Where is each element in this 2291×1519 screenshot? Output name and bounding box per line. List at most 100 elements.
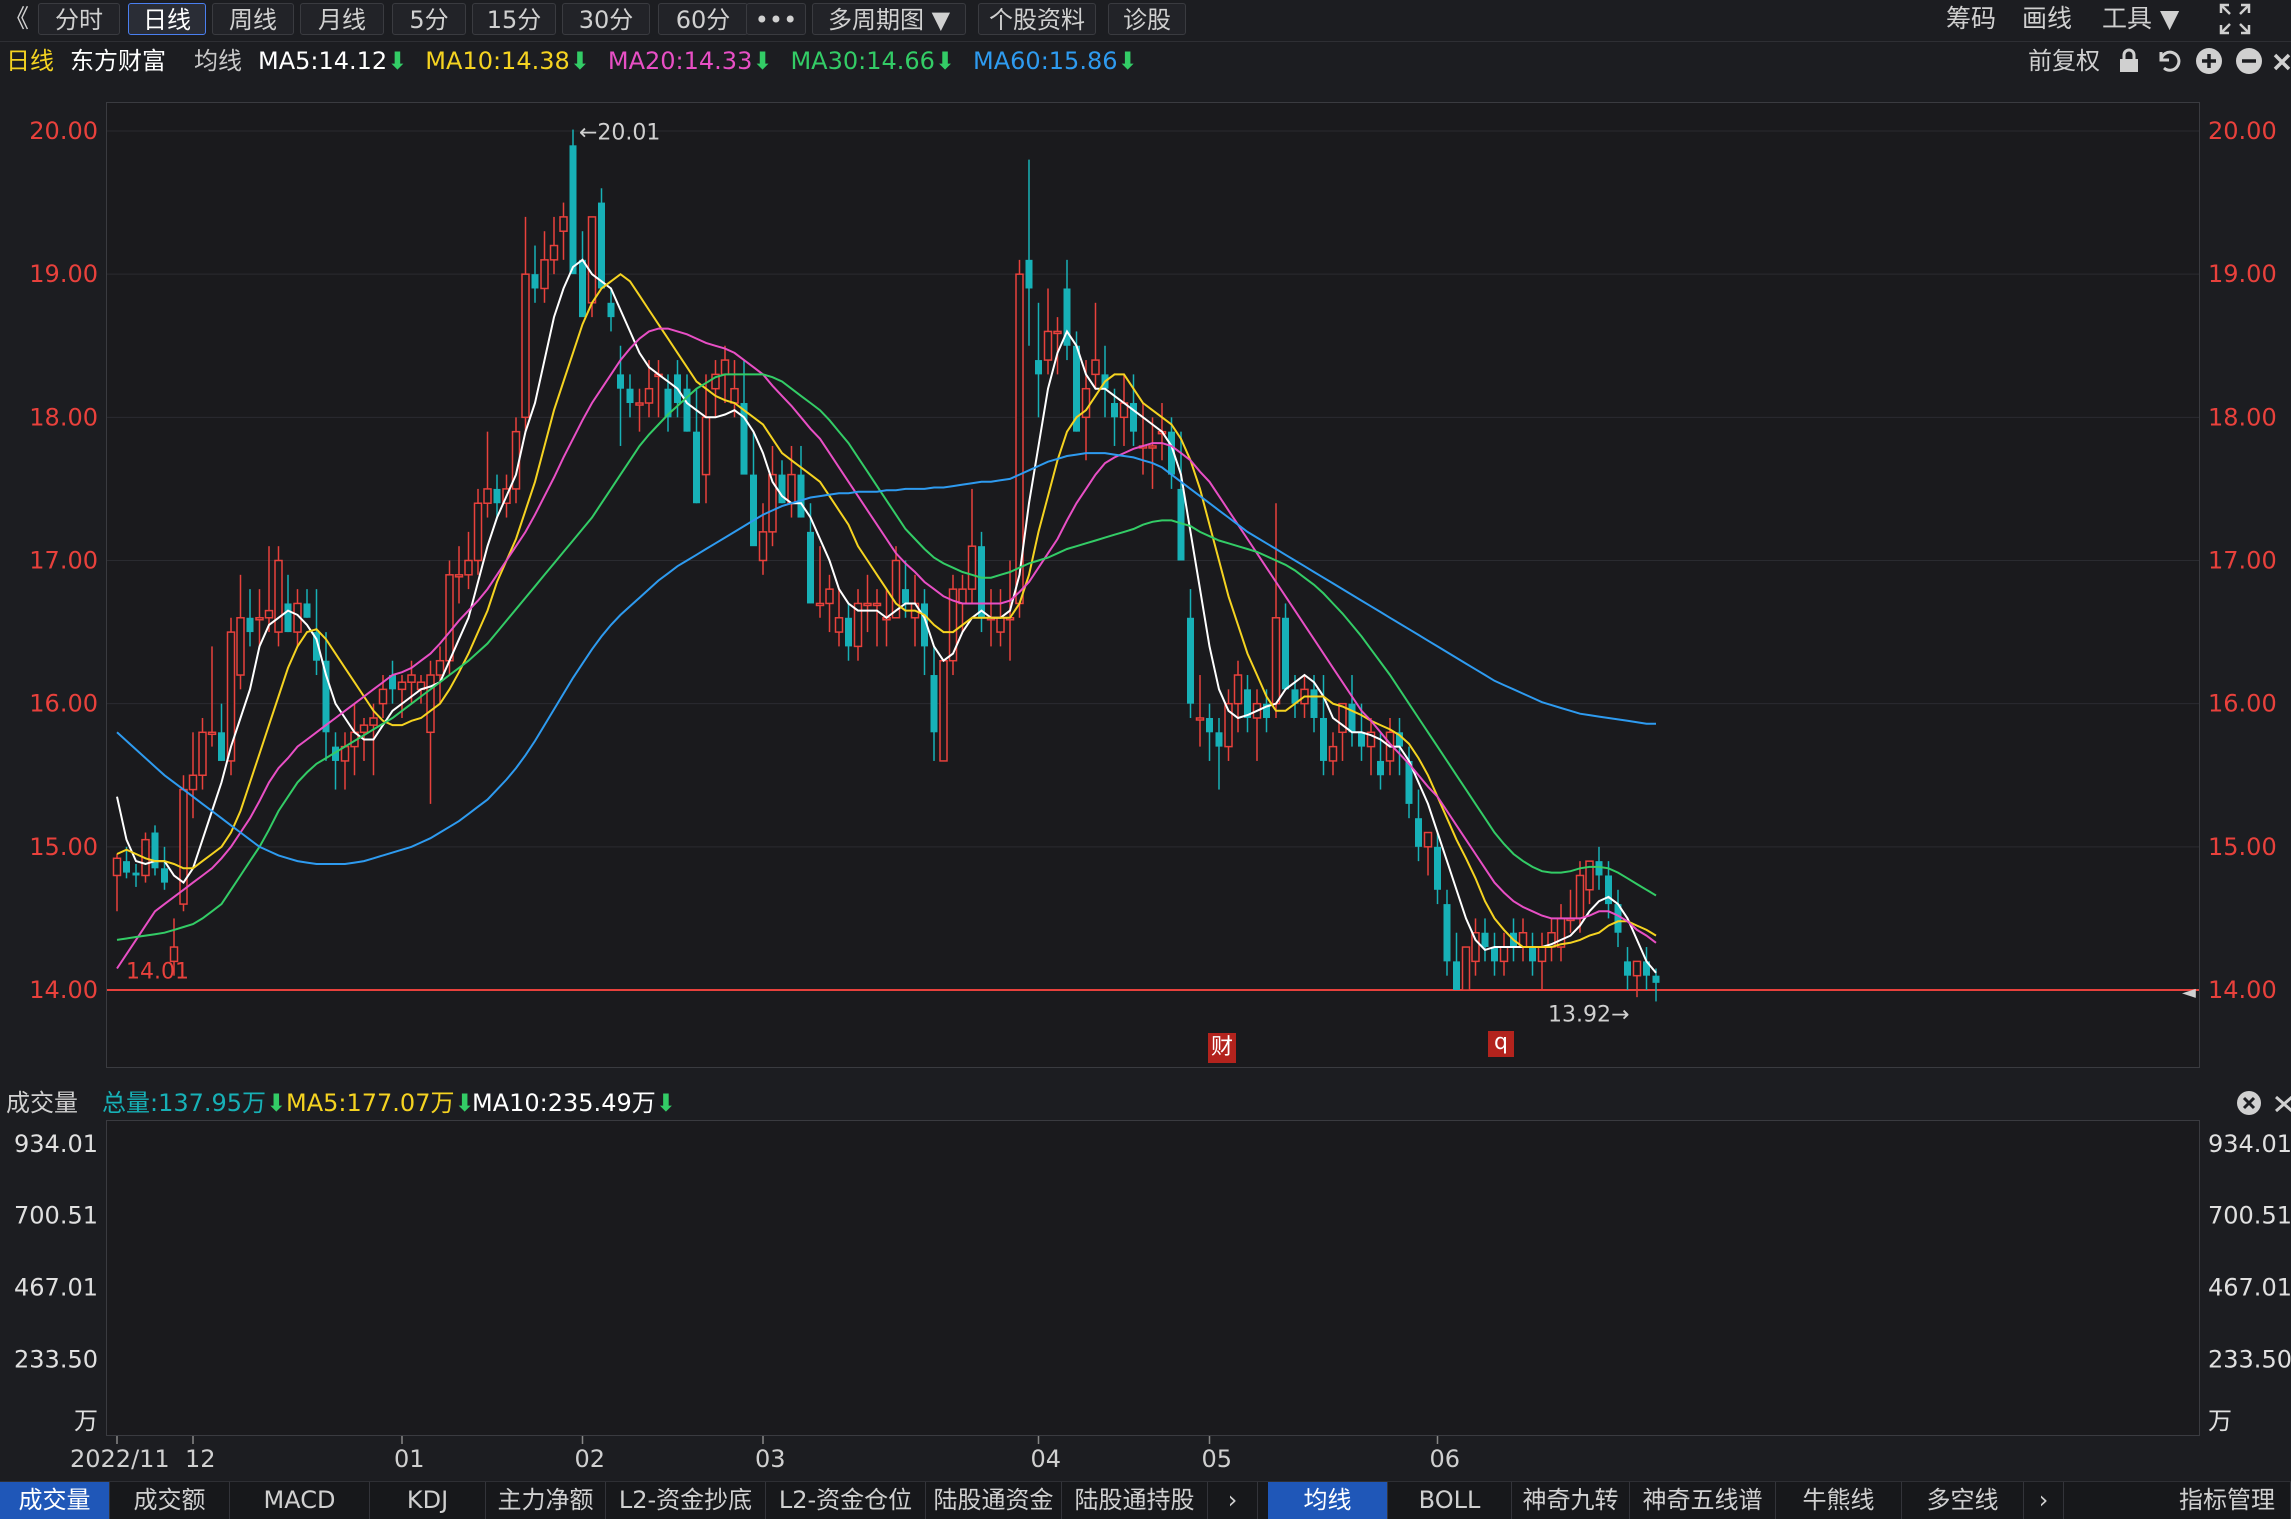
candle-body <box>939 659 948 762</box>
indicator-tab[interactable]: BOLL <box>1388 1482 1512 1519</box>
candle-body <box>845 617 852 647</box>
candle-body <box>521 273 530 419</box>
candle-body <box>1320 717 1327 761</box>
price-tick-right: 17.00 <box>2208 547 2277 575</box>
candle-body <box>1348 703 1356 733</box>
candle-body <box>1481 932 1489 948</box>
candle-body <box>426 674 435 734</box>
candle-body <box>359 724 369 734</box>
volume-total-text: 总量:137.95万 <box>102 1089 267 1117</box>
down-arrow-icon: ⬇ <box>655 1089 676 1117</box>
price-tick-left: 17.00 <box>29 547 98 575</box>
price-tick-right: 16.00 <box>2208 690 2277 718</box>
indicator-tab[interactable]: › <box>1208 1482 1258 1519</box>
indicator-tab[interactable]: L2-资金仓位 <box>766 1482 926 1519</box>
candle-body <box>1310 689 1318 718</box>
price-tick-right: 14.00 <box>2208 976 2277 1004</box>
candle-body <box>1434 846 1441 890</box>
candle-body <box>635 402 644 406</box>
indicator-tab[interactable]: 均线 <box>1268 1482 1388 1519</box>
volume-tick-right: 万 <box>2208 1407 2232 1435</box>
candle-body <box>1206 717 1213 733</box>
candle-body <box>531 274 539 289</box>
candle-body <box>1358 732 1365 747</box>
indicator-tab[interactable]: 指标管理 <box>2164 1482 2291 1519</box>
volume-ma10: MA10:235.49万⬇ <box>472 1088 676 1118</box>
candle-body <box>1443 904 1451 962</box>
indicator-tab[interactable]: 陆股通资金 <box>926 1482 1062 1519</box>
volume-tick-right: 934.01 <box>2208 1130 2291 1158</box>
volume-tick-right: 467.01 <box>2208 1273 2291 1301</box>
volume-tick-left: 万 <box>74 1407 98 1435</box>
indicator-tab[interactable]: 牛熊线 <box>1776 1482 1902 1519</box>
indicator-tab[interactable]: 成交额 <box>110 1482 230 1519</box>
candle-body <box>825 588 834 605</box>
candle-body <box>863 602 872 607</box>
candle-body <box>1585 860 1594 891</box>
q-event-marker[interactable]: q <box>1488 1031 1514 1057</box>
candle-body <box>112 857 122 877</box>
current-price-marker: ◄ <box>2182 982 2196 1003</box>
price-tick-right: 19.00 <box>2208 260 2277 288</box>
indicator-tab-bar: 成交量 成交额 MACD KDJ 主力净额 L2-资金抄底 L2-资金仓位 陆股通资金 陆股通持… <box>0 1481 2291 1519</box>
volume-ma10-text: MA10:235.49万 <box>472 1089 656 1117</box>
candle-body <box>218 732 225 761</box>
candle-body <box>1471 931 1480 963</box>
candle-body <box>978 546 985 618</box>
candle-body <box>1529 947 1536 962</box>
candle-body <box>1575 874 1585 920</box>
finance-event-marker[interactable]: 财 <box>1208 1033 1236 1063</box>
candle-body <box>1233 674 1243 705</box>
price-tick-left: 15.00 <box>29 833 98 861</box>
low-price-label: 13.92→ <box>1548 1002 1629 1027</box>
price-tick-right: 18.00 <box>2208 403 2277 431</box>
candle-body <box>161 868 168 883</box>
candle-body <box>1187 617 1194 704</box>
indicator-tab[interactable]: › <box>2024 1482 2064 1519</box>
ma-line-ma30 <box>116 373 1657 941</box>
indicator-tab[interactable]: 成交量 <box>0 1482 110 1519</box>
volume-close-icon[interactable] <box>2236 1090 2262 1120</box>
indicator-tab[interactable]: L2-资金抄底 <box>606 1482 766 1519</box>
candle-body <box>397 681 407 691</box>
x-axis-label: 02 <box>574 1445 606 1473</box>
indicator-tab[interactable]: 主力净额 <box>486 1482 606 1519</box>
x-axis-label: 2022/11 <box>70 1445 170 1473</box>
candle-body <box>569 145 577 275</box>
volume-ma5-text: MA5:177.07万 <box>286 1089 455 1117</box>
candle-body <box>1461 946 1471 991</box>
volume-tick-left: 233.50 <box>14 1345 98 1373</box>
candle-body <box>1035 360 1042 375</box>
candle-body <box>1595 861 1603 876</box>
indicator-tab[interactable]: KDJ <box>370 1482 486 1519</box>
volume-tick-left: 467.01 <box>14 1273 98 1301</box>
volume-panel <box>106 1120 2200 1436</box>
candle-body <box>303 603 311 618</box>
indicator-tab[interactable]: MACD <box>230 1482 370 1519</box>
candle-body <box>787 473 796 504</box>
candle-body <box>123 861 130 873</box>
candle-body <box>274 559 283 633</box>
candle-body <box>750 474 757 547</box>
indicator-tab[interactable]: 陆股通持股 <box>1062 1482 1208 1519</box>
ma-line-ma20 <box>116 327 1657 970</box>
candle-body <box>132 872 140 876</box>
indicator-tab[interactable]: 多空线 <box>1902 1482 2024 1519</box>
indicator-tab[interactable]: 神奇五线谱 <box>1630 1482 1776 1519</box>
price-tick-left: 14.00 <box>29 976 98 1004</box>
candle-body <box>1491 947 1498 962</box>
candle-body <box>1423 831 1433 848</box>
candle-body <box>255 617 264 621</box>
candle-body <box>701 416 711 476</box>
candle-body <box>1499 946 1509 963</box>
candle-body <box>1148 445 1157 449</box>
left-low-label: 14.01 <box>126 960 189 985</box>
candle-body <box>902 589 909 604</box>
settings-icon[interactable] <box>2274 1090 2291 1120</box>
candle-body <box>1195 717 1205 721</box>
x-axis-label: 06 <box>1429 1445 1461 1473</box>
candle-body <box>872 602 882 607</box>
candle-body <box>626 388 634 404</box>
candle-body <box>1215 732 1223 747</box>
indicator-tab[interactable]: 神奇九转 <box>1512 1482 1630 1519</box>
